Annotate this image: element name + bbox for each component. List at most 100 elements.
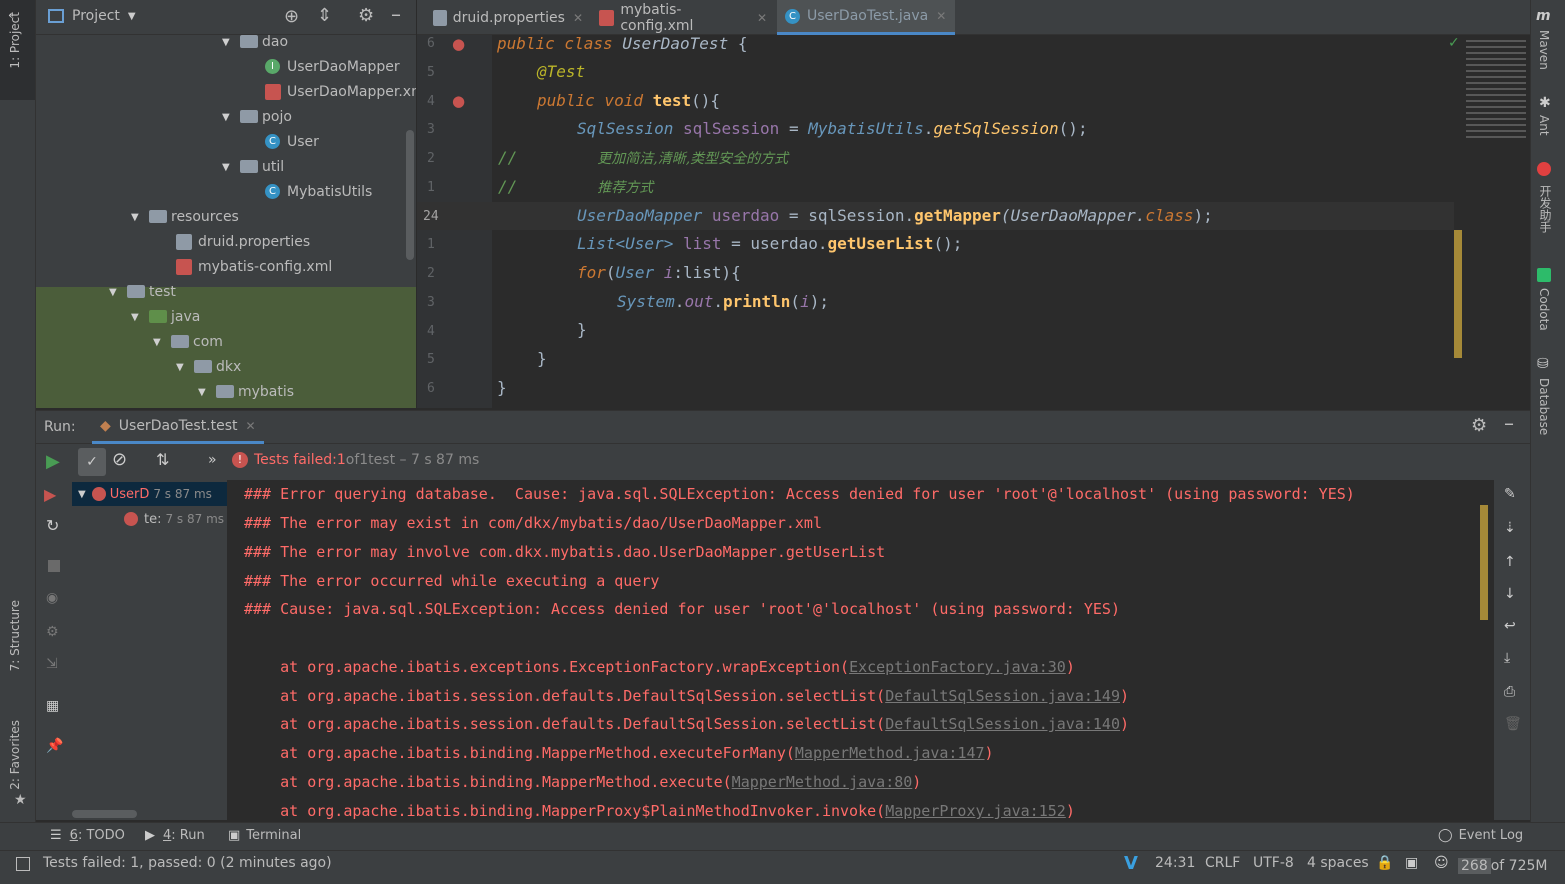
terminal-tool-button[interactable]: ▣ Terminal (228, 828, 301, 843)
tab-druid-properties[interactable]: druid.properties ✕ (425, 0, 591, 35)
source-link[interactable]: DefaultSqlSession.java:149 (885, 687, 1120, 705)
structure-tool-label[interactable]: 7: Structure (8, 600, 22, 671)
tab-userdaotest[interactable]: C UserDaoTest.java ✕ (777, 0, 955, 35)
close-icon[interactable]: ✕ (573, 11, 583, 25)
caret-position[interactable]: 24:31 (1155, 855, 1195, 871)
tree-item[interactable]: ▼ com (153, 329, 223, 354)
tree-item[interactable]: ▼ dkx (176, 354, 241, 379)
tree-item[interactable]: I UserDaoMapper (265, 54, 400, 79)
run-tab[interactable]: ◆ UserDaoTest.test ✕ (92, 411, 264, 444)
collapse-all-icon[interactable]: ⇕ (317, 5, 332, 26)
line-number: 4 (427, 324, 435, 339)
scroll-to-end-icon[interactable]: ⤓ (1504, 650, 1510, 666)
arrow-up-icon[interactable]: ↑ (1504, 554, 1516, 570)
tree-hscrollbar[interactable] (72, 810, 137, 818)
stack-frame: at org.apache.ibatis.binding.MapperProxy… (244, 802, 1075, 820)
tree-item[interactable]: ▼ resources (131, 204, 239, 229)
stack-frame: at org.apache.ibatis.binding.MapperMetho… (244, 744, 994, 762)
test-node-root[interactable]: ▼ UserD 7 s 87 ms (72, 482, 227, 506)
layout-icon[interactable]: ▦ (46, 698, 59, 714)
code-editor[interactable]: public class UserDaoTest { @Test public … (492, 35, 1454, 408)
tab-mybatis-config[interactable]: mybatis-config.xml ✕ (591, 0, 775, 35)
helper-tool-label[interactable]: 开发助手 (1537, 185, 1554, 233)
tree-item[interactable]: ▼ dao (222, 35, 288, 54)
source-link[interactable]: MapperMethod.java:80 (732, 773, 913, 791)
maven-tool-label[interactable]: Maven (1537, 30, 1551, 70)
console-toolbar: ✎ ⇣ ↑ ↓ ↩ ⤓ ⎙ 🗑 (1494, 480, 1530, 820)
gear-icon[interactable]: ⚙ (358, 5, 374, 26)
todo-tool-button[interactable]: ☰ 6: TODO (50, 828, 125, 843)
database-tool-label[interactable]: Database (1537, 378, 1551, 435)
sort-icon[interactable]: ⇅ (156, 450, 169, 469)
project-icon (48, 9, 64, 23)
test-node-child[interactable]: te: 7 s 87 ms (124, 507, 224, 531)
rerun-icon[interactable]: ▶ (46, 451, 60, 472)
gear-icon[interactable]: ⚙ (1471, 415, 1487, 436)
minimize-icon[interactable]: – (391, 2, 401, 26)
tree-item[interactable]: mybatis-config.xml (176, 254, 332, 279)
rerun-failed-icon[interactable]: ▶ (44, 485, 56, 504)
locate-icon[interactable]: ⊕ (284, 6, 299, 27)
status-message[interactable]: Tests failed: 1, passed: 0 (2 minutes ag… (43, 855, 332, 871)
arrow-down-icon[interactable]: ↓ (1504, 586, 1516, 602)
line-separator[interactable]: CRLF (1205, 855, 1240, 871)
folder-icon (240, 35, 258, 48)
print-icon[interactable]: ⎙ (1504, 684, 1515, 700)
event-log-button[interactable]: ◯ Event Log (1438, 828, 1523, 843)
codota-tool-label[interactable]: Codota (1537, 288, 1551, 331)
scroll-marker[interactable] (1454, 230, 1462, 358)
source-link[interactable]: MapperProxy.java:152 (885, 802, 1066, 820)
indent-setting[interactable]: 4 spaces (1307, 855, 1369, 871)
close-icon[interactable]: ✕ (936, 9, 946, 23)
tree-scrollbar[interactable] (406, 130, 414, 260)
run-test-icon[interactable]: ● (452, 35, 465, 53)
console-icon[interactable]: ▣ (1405, 855, 1418, 871)
tree-item[interactable]: ▼ mybatis (198, 379, 294, 404)
project-view-selector[interactable]: Project ▼ (48, 8, 136, 24)
list-icon: ☰ (50, 828, 62, 843)
editor-minimap[interactable]: ✓ (1448, 35, 1530, 408)
toggle-auto-test-icon[interactable]: ↻ (46, 516, 59, 535)
close-icon[interactable]: ✕ (757, 11, 767, 25)
helper-icon (1537, 162, 1551, 176)
source-link[interactable]: ExceptionFactory.java:30 (849, 658, 1066, 676)
stack-frame: at org.apache.ibatis.session.defaults.De… (244, 687, 1130, 705)
tree-item[interactable]: ▼ test (109, 279, 176, 304)
tree-item[interactable]: UserDaoMapper.xm (265, 79, 416, 104)
export-icon[interactable]: ⇲ (46, 656, 58, 672)
pin-icon[interactable]: 📌 (46, 738, 63, 754)
tree-item[interactable]: ▼ util (222, 154, 284, 179)
ant-tool-label[interactable]: Ant (1537, 115, 1551, 136)
show-ignored-icon[interactable]: ⊘ (112, 449, 127, 470)
trash-icon[interactable]: 🗑 (1504, 716, 1522, 732)
lock-icon[interactable]: 🔒 (1376, 855, 1393, 871)
more-icon[interactable]: » (208, 452, 217, 468)
expand-arrow-icon: ▼ (198, 386, 206, 398)
settings-icon[interactable]: ⚙ (46, 624, 59, 640)
console-output[interactable]: ### Error querying database. Cause: java… (227, 480, 1492, 820)
inspector-icon[interactable]: ☺ (1434, 855, 1449, 871)
favorites-tool-label[interactable]: 2: Favorites (8, 720, 22, 790)
layout-icon[interactable] (16, 857, 30, 871)
tree-item[interactable]: druid.properties (176, 229, 310, 254)
source-link[interactable]: DefaultSqlSession.java:140 (885, 715, 1120, 733)
run-tool-button[interactable]: ▶ 4: Run (145, 828, 205, 843)
run-test-icon[interactable]: ● (452, 92, 465, 110)
clear-icon[interactable]: ✎ (1504, 486, 1516, 502)
tree-item[interactable]: C User (265, 129, 319, 154)
console-scroll-marker[interactable] (1480, 505, 1488, 620)
show-passed-toggle[interactable]: ✓ (78, 448, 106, 476)
plugin-v-icon[interactable]: V (1124, 853, 1138, 874)
scroll-end-icon[interactable]: ⇣ (1504, 520, 1516, 536)
tree-item[interactable]: ▼ pojo (222, 104, 292, 129)
camera-icon[interactable]: ◉ (46, 590, 58, 606)
close-icon[interactable]: ✕ (246, 419, 256, 433)
minimize-icon[interactable]: – (1504, 411, 1514, 435)
memory-indicator[interactable]: 268 of 725M (1458, 854, 1547, 878)
tree-item[interactable]: C MybatisUtils (265, 179, 372, 204)
stop-icon[interactable] (48, 560, 60, 572)
soft-wrap-icon[interactable]: ↩ (1504, 618, 1516, 634)
file-encoding[interactable]: UTF-8 (1253, 855, 1294, 871)
tree-item[interactable]: ▼ java (131, 304, 200, 329)
source-link[interactable]: MapperMethod.java:147 (795, 744, 985, 762)
